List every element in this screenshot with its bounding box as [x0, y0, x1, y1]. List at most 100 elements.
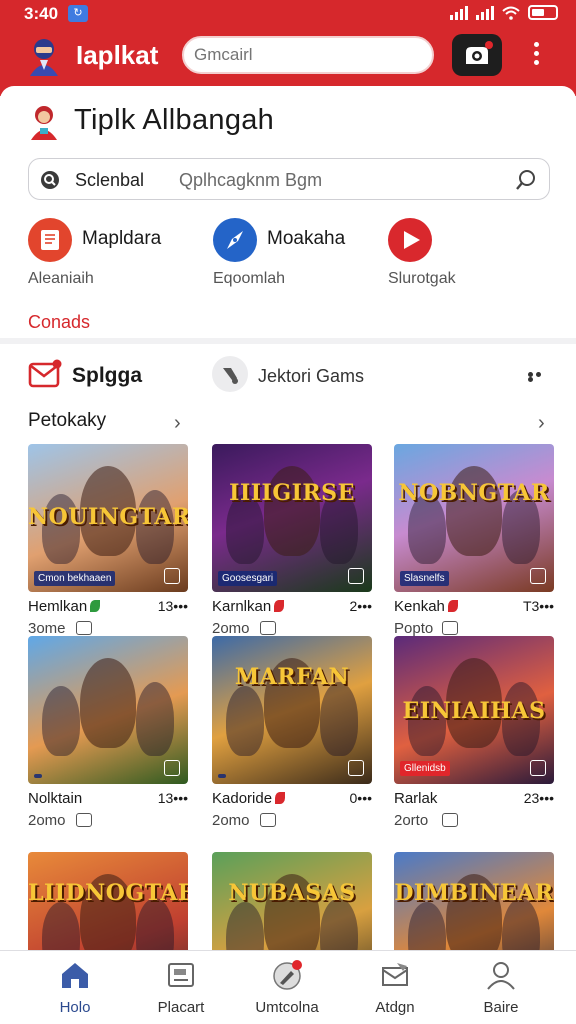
game-meta-row: Rarlak 23•••: [394, 788, 554, 810]
nav-item-placart[interactable]: Placart: [136, 959, 226, 1019]
game-name-text: Karnlkan: [212, 598, 272, 615]
nav-item-baire[interactable]: Baire: [456, 959, 546, 1019]
character-figure: [42, 686, 80, 756]
more-menu-icon[interactable]: [528, 42, 544, 70]
game-tile[interactable]: NOUINGTAR Cmon bekhaaen Hemlkan 13••• 3ome: [28, 444, 188, 638]
nav-item-umtcolna[interactable]: Umtcolna: [242, 959, 332, 1019]
more-options-icon[interactable]: [528, 372, 550, 382]
game-name-text: Kadoride: [212, 790, 273, 807]
game-meta-row: Hemlkan 13•••: [28, 596, 188, 618]
share-box-icon[interactable]: [442, 621, 458, 635]
app-title: Iaplkat: [76, 40, 159, 70]
chevron-right-icon[interactable]: ›: [538, 412, 545, 435]
game-count: 2•••: [349, 598, 373, 614]
game-subtitle: 2omo: [212, 620, 250, 637]
game-thumbnail[interactable]: MARFAN: [212, 636, 372, 784]
flame-badge-icon: [275, 792, 286, 804]
game-sub-row: 2omo: [212, 810, 372, 830]
search-field-label: Sclenbal: [75, 170, 145, 190]
game-name: Rarlak: [394, 790, 437, 807]
game-thumbnail[interactable]: IIIIGIRSE Goosesgari: [212, 444, 372, 592]
game-tile[interactable]: NOBNGTAR Slasnelfs Kenkah T3••• Popto: [394, 444, 554, 638]
mail-badge-icon[interactable]: [28, 358, 62, 390]
nav-item-atdgn[interactable]: Atdgn: [350, 959, 440, 1019]
status-time: 3:40: [24, 4, 59, 23]
chevron-right-icon[interactable]: ›: [174, 412, 181, 435]
pen-badge-icon: [273, 960, 302, 990]
character-figure: [80, 658, 136, 748]
share-box-icon[interactable]: [260, 621, 276, 635]
search-input[interactable]: [182, 36, 434, 74]
share-box-icon[interactable]: [76, 813, 92, 827]
app-bar: Iaplkat: [0, 32, 576, 80]
game-tile[interactable]: MARFAN Kadoride 0••• 2omo: [212, 636, 372, 830]
game-sub-row: 2omo: [212, 618, 372, 638]
quick-action-moakaha[interactable]: Moakaha Eqoomlah: [213, 218, 373, 298]
character-figure: [136, 682, 174, 756]
game-count: 0•••: [349, 790, 373, 806]
profile-icon: [487, 962, 515, 990]
flame-badge-icon: [274, 600, 285, 612]
game-meta-row: Kenkah T3•••: [394, 596, 554, 618]
book-icon: [28, 218, 72, 262]
battery-icon: [528, 5, 558, 20]
game-thumbnail[interactable]: NOUINGTAR Cmon bekhaaen: [28, 444, 188, 592]
compass-icon: [213, 218, 257, 262]
mail-icon: [382, 963, 408, 986]
game-tile[interactable]: Nolktain 13••• 2omo: [28, 636, 188, 830]
quick-action-play[interactable]: Slurotgak: [388, 218, 548, 298]
tab-jektori-gams[interactable]: Jektori Gams: [258, 366, 364, 387]
game-thumbnail[interactable]: NOBNGTAR Slasnelfs: [394, 444, 554, 592]
media-corner-icon: [530, 568, 546, 584]
game-count: 23•••: [523, 790, 554, 806]
game-tag-strip: Goosesgari: [218, 571, 278, 586]
quick-action-mapldara[interactable]: Mapldara Aleaniaih: [28, 218, 198, 298]
game-tile[interactable]: IIIIGIRSE Goosesgari Karnlkan 2••• 2omo: [212, 444, 372, 638]
game-count: 13•••: [157, 790, 188, 806]
media-corner-icon: [530, 760, 546, 776]
game-thumbnail[interactable]: EINIAIHAS Gllenidsb: [394, 636, 554, 784]
chat-search-icon: [41, 171, 59, 189]
nav-item-home[interactable]: Holo: [30, 959, 120, 1019]
nav-label: Umtcolna: [255, 999, 319, 1016]
game-tile[interactable]: EINIAIHAS Gllenidsb Rarlak 23••• 2orto: [394, 636, 554, 830]
controller-icon[interactable]: [212, 356, 248, 392]
share-box-icon[interactable]: [76, 621, 92, 635]
nav-label: Placart: [157, 999, 205, 1016]
game-name: Hemlkan: [28, 598, 101, 615]
game-art-title: DIMBINEAR: [394, 880, 554, 906]
game-name: Kadoride: [212, 790, 286, 807]
share-box-icon[interactable]: [260, 813, 276, 827]
character-figure: [320, 682, 358, 756]
flame-badge-icon: [447, 600, 458, 612]
game-sub-row: 2orto: [394, 810, 554, 830]
game-art-title: LIIDNOGTAE: [28, 880, 188, 906]
section-card: Tiplk Allbangah Sclenbal Qplhcagknm Bgm …: [0, 86, 576, 338]
home-icon: [62, 963, 88, 988]
tab-splgga[interactable]: Splgga: [72, 364, 142, 388]
section-search-field[interactable]: Sclenbal Qplhcagknm Bgm: [28, 158, 550, 200]
nav-label: Atdgn: [375, 999, 415, 1016]
share-box-icon[interactable]: [442, 813, 458, 827]
conads-link[interactable]: Conads: [28, 312, 90, 333]
search-field-placeholder: Qplhcagknm Bgm: [179, 170, 323, 190]
app-header: 3:40 ↻ Iaplkat: [0, 0, 576, 96]
category-label: Petokaky: [28, 410, 107, 431]
game-meta-row: Karnlkan 2•••: [212, 596, 372, 618]
camera-button[interactable]: [452, 34, 502, 76]
game-meta-row: Kadoride 0•••: [212, 788, 372, 810]
game-name: Kenkah: [394, 598, 458, 615]
quick-action-title: Mapldara: [82, 228, 162, 249]
game-sub-row: 2omo: [28, 810, 188, 830]
game-subtitle: 2omo: [212, 812, 250, 829]
quick-action-subtitle: Eqoomlah: [213, 270, 286, 287]
quick-action-subtitle: Slurotgak: [388, 270, 456, 287]
game-name: Nolktain: [28, 790, 82, 807]
game-thumbnail[interactable]: [28, 636, 188, 784]
games-card: Splgga Jektori Gams Petokaky › › NOUINGT…: [0, 344, 576, 1000]
search-icon[interactable]: [515, 168, 537, 192]
game-sub-row: 3ome: [28, 618, 188, 638]
ninja-avatar-icon[interactable]: [26, 36, 62, 76]
bottom-navigation: Holo Placart Umtcolna Atdgn Baire: [0, 950, 576, 1024]
game-name-text: Nolktain: [28, 790, 83, 807]
